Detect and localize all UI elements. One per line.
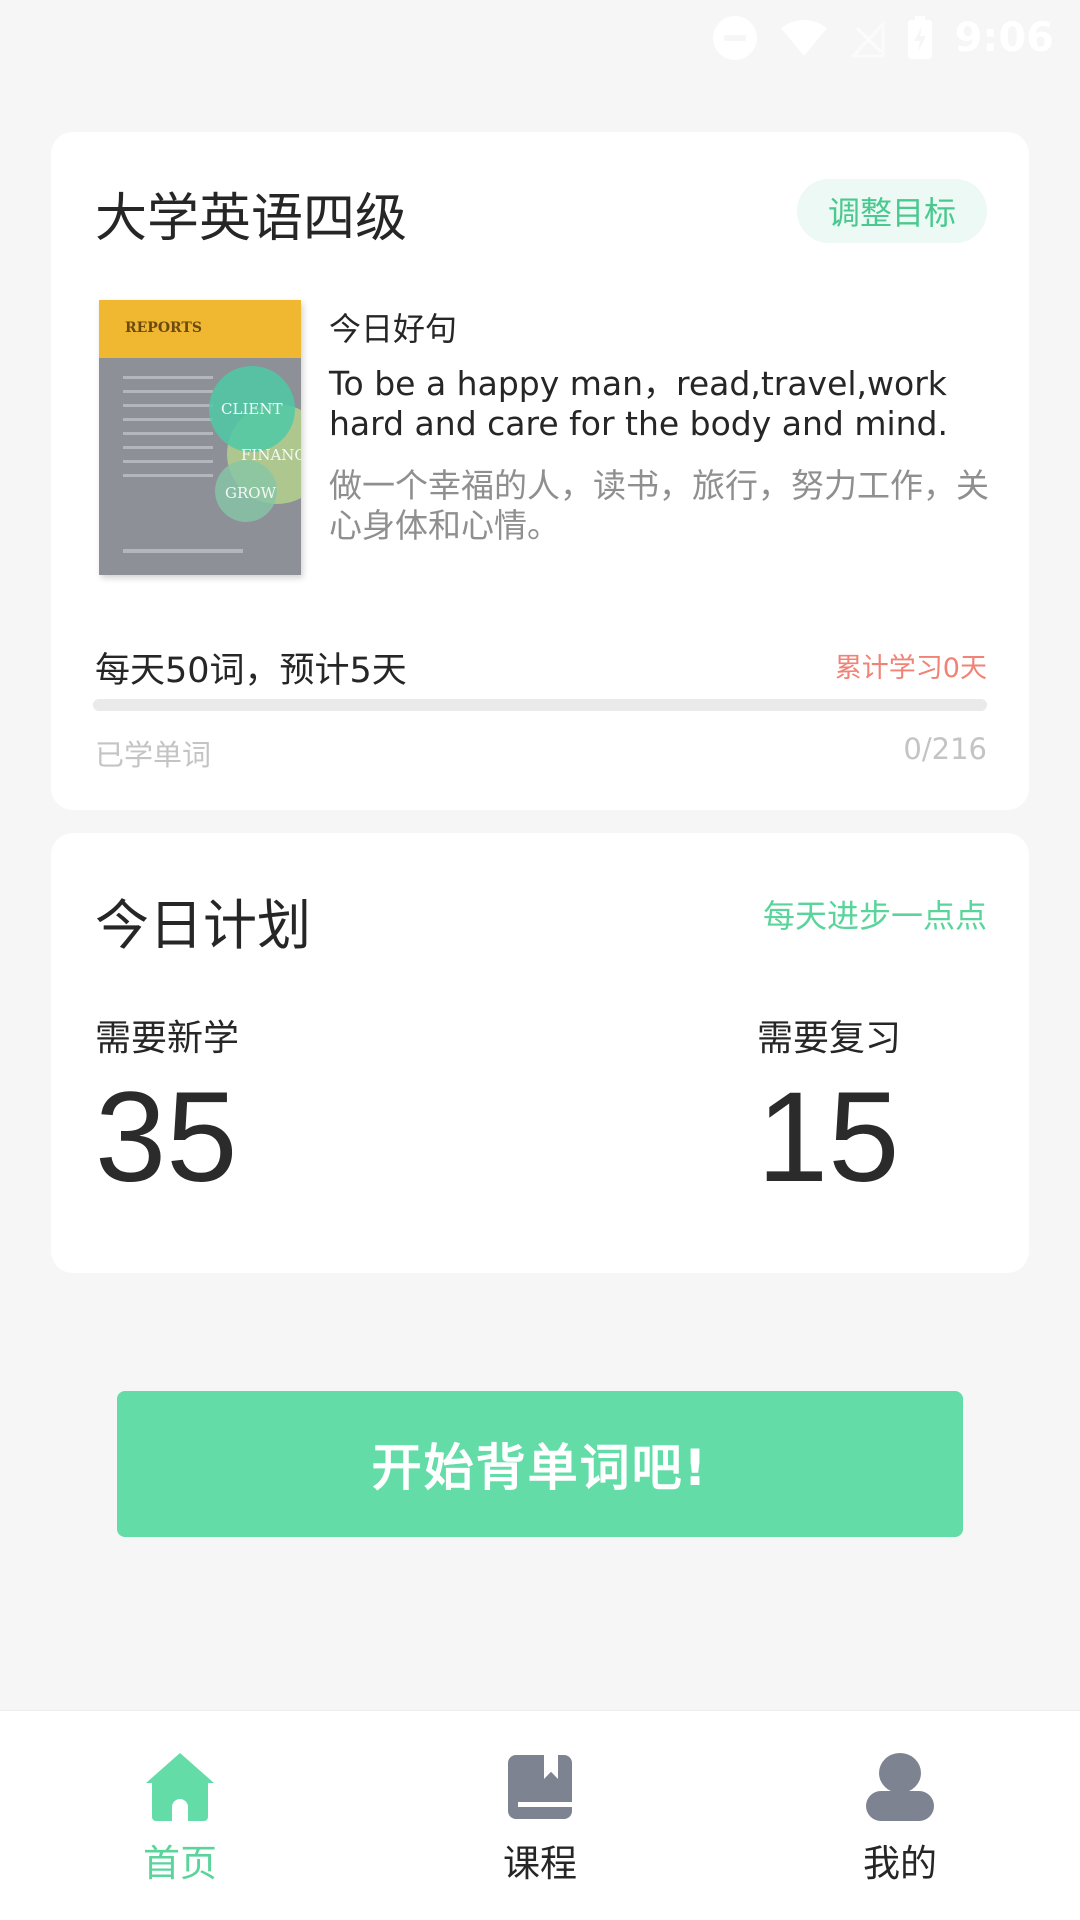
app-screen: 9:06 大学英语四级 调整目标 REPORTS CLIENT FINANCE … — [0, 0, 1080, 1920]
user-icon — [866, 1753, 934, 1821]
daily-quote-english: To be a happy man，read,travel,work hard … — [329, 364, 948, 443]
book-cover-label: CLIENT — [221, 400, 283, 418]
nav-item-courses[interactable]: 课程 — [360, 1711, 720, 1920]
learning-progress-bar — [93, 699, 987, 711]
review-words-label: 需要复习 — [757, 1018, 902, 1059]
nav-label-courses: 课程 — [503, 1842, 577, 1885]
home-icon — [146, 1753, 214, 1821]
nav-label-profile: 我的 — [863, 1842, 937, 1885]
bottom-nav: 首页 课程 我的 — [0, 1710, 1080, 1920]
status-time: 9:06 — [954, 14, 1055, 61]
status-bar: 9:06 — [0, 0, 1080, 75]
no-signal-icon — [850, 19, 884, 57]
new-words-label: 需要新学 — [95, 1018, 240, 1059]
daily-quote-chinese: 做一个幸福的人，读书，旅行，努力工作，关心身体和心情。 — [329, 466, 989, 545]
today-plan-card: 今日计划 每天进步一点点 需要新学 35 需要复习 15 — [51, 833, 1029, 1273]
battery-charging-icon — [907, 15, 932, 59]
book-cover-brand: REPORTS — [125, 320, 202, 336]
plan-slogan: 每天进步一点点 — [762, 897, 987, 935]
start-memorizing-button[interactable]: 开始背单词吧! — [117, 1391, 963, 1537]
new-words-count: 35 — [95, 1066, 238, 1209]
book-cover-image: REPORTS CLIENT FINANCE GROW — [99, 300, 301, 575]
wifi-icon — [780, 19, 827, 56]
nav-item-profile[interactable]: 我的 — [720, 1711, 1080, 1920]
daily-quote-label: 今日好句 — [329, 310, 458, 348]
book-cover-label: GROW — [225, 484, 276, 502]
book-cover-text-lines — [123, 376, 213, 488]
book-icon — [506, 1753, 574, 1821]
do-not-disturb-icon — [712, 15, 757, 60]
nav-label-home: 首页 — [143, 1842, 217, 1885]
review-words-count: 15 — [757, 1066, 900, 1209]
adjust-goal-button[interactable]: 调整目标 — [797, 179, 987, 243]
goal-card: 大学英语四级 调整目标 REPORTS CLIENT FINANCE GROW … — [51, 132, 1029, 810]
plan-title: 今日计划 — [95, 894, 311, 957]
learned-words-label: 已学单词 — [95, 738, 212, 772]
book-cover-footer — [123, 549, 243, 553]
daily-goal-text: 每天50词，预计5天 — [95, 651, 407, 691]
nav-item-home[interactable]: 首页 — [0, 1711, 360, 1920]
book-cover-label: FINANCE — [241, 446, 301, 464]
learned-words-count: 0/216 — [903, 732, 987, 766]
goal-title: 大学英语四级 — [95, 189, 408, 249]
study-days-text: 累计学习0天 — [834, 653, 987, 684]
